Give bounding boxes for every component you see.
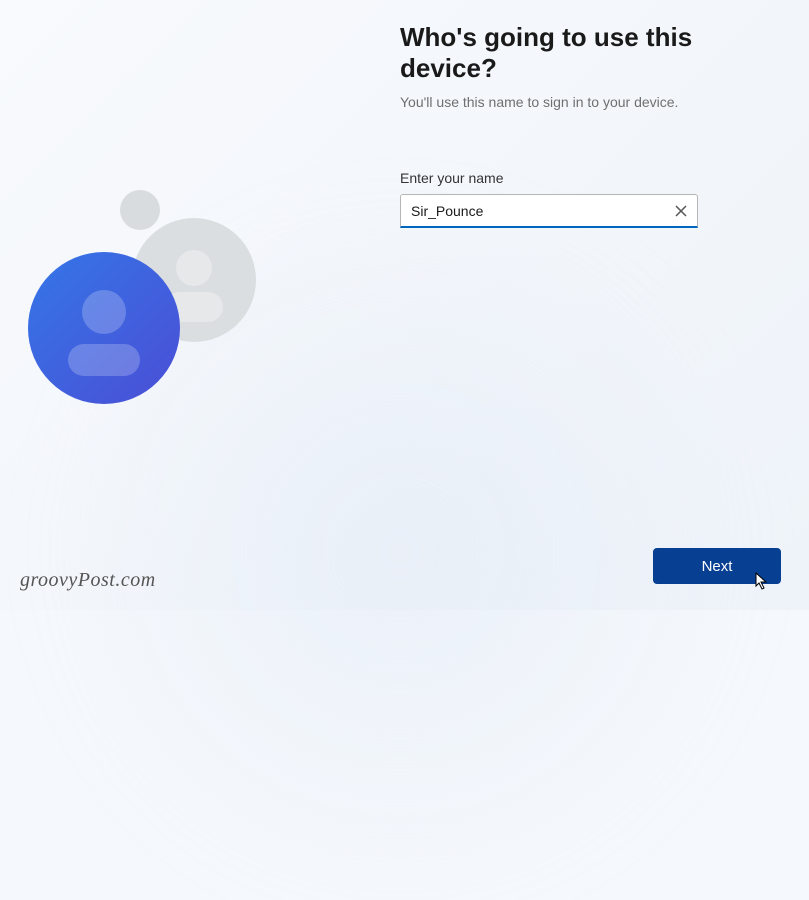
setup-screen: Who's going to use this device? You'll u…	[0, 0, 809, 610]
name-input-wrapper	[400, 194, 698, 228]
decorative-circle-small	[120, 190, 160, 230]
user-illustration	[20, 190, 300, 470]
page-title: Who's going to use this device?	[400, 22, 780, 84]
watermark-text: groovyPost.com	[20, 569, 156, 592]
clear-input-button[interactable]	[670, 200, 692, 222]
person-head-icon	[82, 290, 126, 334]
person-body-icon	[68, 344, 140, 376]
page-subtitle: You'll use this name to sign in to your …	[400, 94, 780, 110]
name-input[interactable]	[400, 194, 698, 228]
name-field-label: Enter your name	[400, 170, 780, 186]
person-avatar-blue	[28, 252, 180, 404]
form-content: Who's going to use this device? You'll u…	[400, 22, 780, 228]
close-icon	[675, 205, 687, 217]
person-head-icon	[176, 250, 212, 286]
next-button[interactable]: Next	[653, 548, 781, 584]
